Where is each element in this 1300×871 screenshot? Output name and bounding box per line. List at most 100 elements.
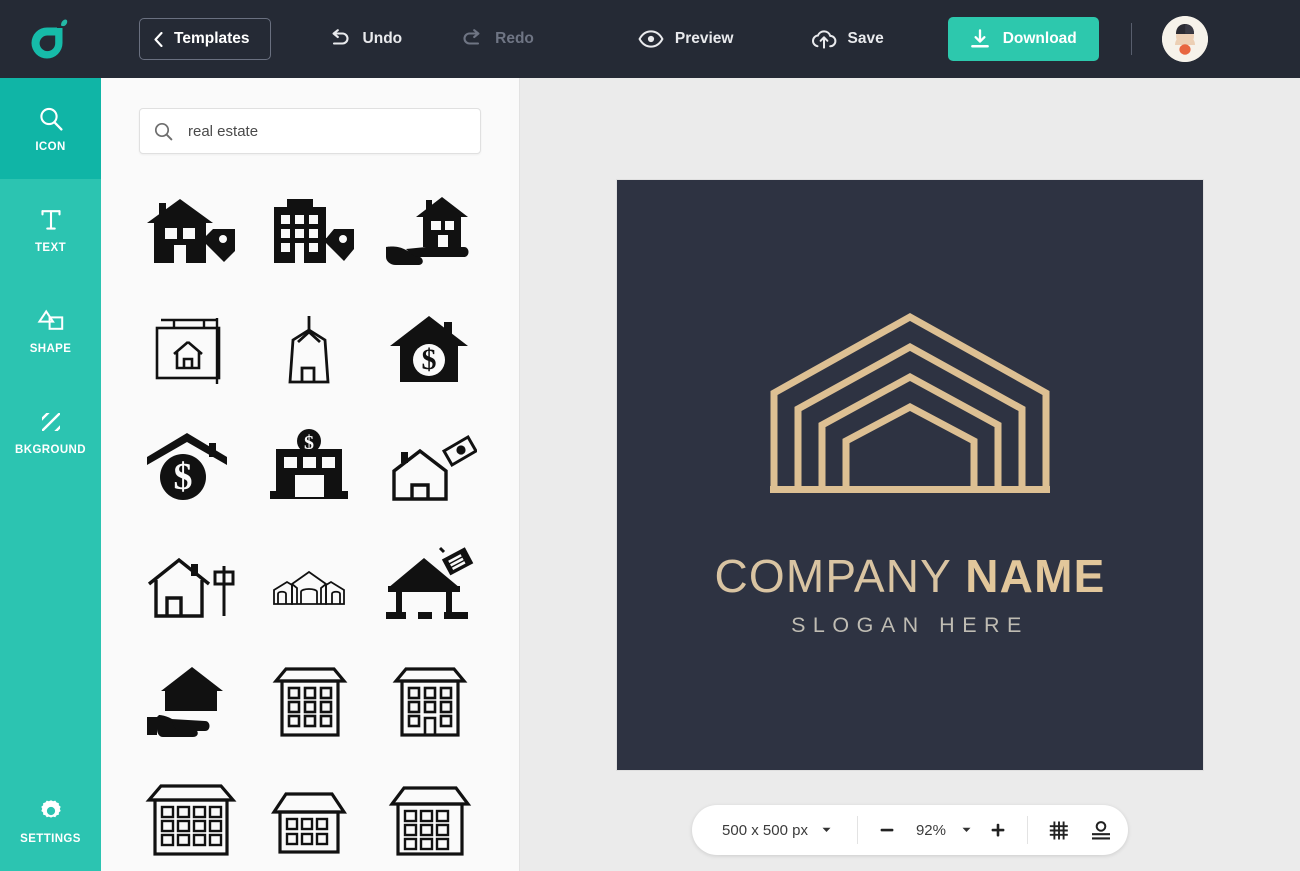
undo-button[interactable]: Undo: [324, 18, 407, 60]
gear-icon: [37, 796, 65, 826]
sidebar-item-shape-label: SHAPE: [30, 343, 72, 355]
grid-toggle-icon: [1048, 820, 1069, 841]
zoom-out-button[interactable]: [868, 805, 906, 855]
icon-cell-bank-building-dollar[interactable]: $: [250, 408, 369, 525]
chevron-left-icon: [154, 32, 163, 47]
icon-cell-wide-apartment-outline[interactable]: [131, 759, 250, 871]
house-with-dollar-icon: $: [382, 312, 477, 388]
sidebar-item-settings-label: SETTINGS: [20, 833, 81, 845]
house-with-flag-icon: [382, 546, 477, 622]
chevron-down-icon: [962, 827, 971, 833]
logo-editor-app: Templates Undo Redo: [0, 0, 1300, 871]
search-icon: [154, 122, 173, 141]
left-rail: ICON TEXT: [0, 78, 101, 871]
droplet-ring-logo-icon: [31, 18, 71, 60]
logo-title-light: COMPANY: [715, 550, 952, 602]
zoom-level-value: 92%: [914, 822, 948, 839]
preview-button-label: Preview: [675, 30, 734, 48]
icon-grid: $ $: [101, 154, 519, 871]
header-divider: [1131, 23, 1133, 55]
apartment-block-outline-icon: [262, 663, 357, 739]
canvas-stage[interactable]: COMPANY NAME SLOGAN HERE 500 x 500 px: [520, 78, 1300, 871]
templates-button-label: Templates: [174, 30, 250, 48]
canvas-size-value: 500 x 500 px: [722, 822, 808, 839]
icon-cell-apartment-with-tag[interactable]: [250, 174, 369, 291]
sidebar-item-text[interactable]: TEXT: [0, 179, 101, 280]
toolbar-divider-1: [857, 816, 858, 844]
zoom-in-button[interactable]: [979, 805, 1017, 855]
sidebar-item-icon-label: ICON: [35, 141, 65, 153]
sidebar-item-bkground[interactable]: BKGROUND: [0, 381, 101, 482]
logo-slogan[interactable]: SLOGAN HERE: [791, 613, 1029, 638]
icon-cell-house-with-dollar[interactable]: $: [370, 291, 489, 408]
logo-canvas[interactable]: COMPANY NAME SLOGAN HERE: [617, 180, 1203, 770]
text-t-icon: [37, 205, 65, 235]
avatar[interactable]: [1162, 16, 1208, 62]
templates-button[interactable]: Templates: [139, 18, 271, 60]
house-with-tag-icon: [143, 195, 238, 271]
search-input[interactable]: [188, 123, 466, 140]
icon-cell-tall-apartment-outline[interactable]: [370, 759, 489, 871]
redo-button-label: Redo: [495, 30, 534, 48]
toolbar-divider-2: [1027, 816, 1028, 844]
sidebar-item-shape[interactable]: SHAPE: [0, 280, 101, 381]
icon-cell-apartment-block-door[interactable]: [370, 642, 489, 759]
search-box[interactable]: [139, 108, 481, 154]
bottom-bar: 500 x 500 px 92%: [520, 805, 1300, 855]
align-baseline-icon: [1090, 820, 1112, 841]
icon-cell-house-price-tag[interactable]: [250, 291, 369, 408]
save-button-label: Save: [848, 30, 884, 48]
zoom-level-select[interactable]: 92%: [906, 805, 979, 855]
zoom-group: 92%: [868, 805, 1017, 855]
icon-cell-house-with-signpost[interactable]: [131, 525, 250, 642]
cloud-upload-icon: [811, 29, 837, 50]
icon-cell-apartment-block-outline[interactable]: [250, 642, 369, 759]
magnifier-icon: [37, 104, 65, 134]
hand-holding-house-icon: [382, 195, 477, 271]
house-price-tag-icon: [262, 312, 357, 388]
sidebar-item-text-label: TEXT: [35, 242, 66, 254]
user-avatar-icon: [1162, 16, 1208, 62]
app-header: Templates Undo Redo: [0, 0, 1300, 78]
svg-text:$: $: [174, 456, 193, 498]
icon-cell-house-with-tag[interactable]: [131, 174, 250, 291]
icon-cell-roof-with-dollar-coin[interactable]: $: [131, 408, 250, 525]
save-button[interactable]: Save: [807, 18, 888, 60]
nested-pentagon-house-icon[interactable]: [764, 307, 1056, 495]
preview-button[interactable]: Preview: [634, 18, 738, 60]
align-baseline-button[interactable]: [1080, 805, 1122, 855]
redo-arrow-icon: [460, 29, 484, 49]
app-body: ICON TEXT: [0, 78, 1300, 871]
download-button-label: Download: [1003, 30, 1077, 48]
sidebar-item-settings[interactable]: SETTINGS: [0, 770, 101, 871]
apartment-block-door-icon: [382, 663, 477, 739]
apartment-with-tag-icon: [262, 195, 357, 271]
icon-cell-hand-holding-house[interactable]: [370, 174, 489, 291]
minus-icon: [879, 822, 895, 838]
hand-offering-house-icon: [143, 663, 238, 739]
grid-toggle-button[interactable]: [1038, 805, 1080, 855]
chevron-down-icon: [822, 827, 831, 833]
icon-cell-house-with-money-tag[interactable]: [370, 408, 489, 525]
logo-title[interactable]: COMPANY NAME: [715, 553, 1106, 599]
search-wrap: [101, 78, 519, 154]
low-apartment-outline-icon: [262, 780, 357, 856]
canvas-size-select[interactable]: 500 x 500 px: [698, 805, 847, 855]
sidebar-item-icon[interactable]: ICON: [0, 78, 101, 179]
diagonal-hatch-icon: [37, 407, 65, 437]
logo-title-bold: NAME: [965, 550, 1105, 602]
house-with-money-tag-icon: [382, 429, 477, 505]
undo-button-label: Undo: [363, 30, 403, 48]
icon-cell-hanging-house-sign[interactable]: [131, 291, 250, 408]
shapes-icon: [37, 306, 65, 336]
icon-cell-house-with-flag[interactable]: [370, 525, 489, 642]
wide-apartment-outline-icon: [143, 780, 238, 856]
icon-cell-low-apartment-outline[interactable]: [250, 759, 369, 871]
hanging-house-sign-icon: [143, 312, 238, 388]
redo-button[interactable]: Redo: [456, 18, 538, 60]
house-with-signpost-icon: [143, 546, 238, 622]
download-button[interactable]: Download: [948, 17, 1099, 61]
icon-cell-hand-offering-house[interactable]: [131, 642, 250, 759]
icon-cell-barn-row-outline[interactable]: [250, 525, 369, 642]
brand-logo[interactable]: [0, 0, 101, 78]
